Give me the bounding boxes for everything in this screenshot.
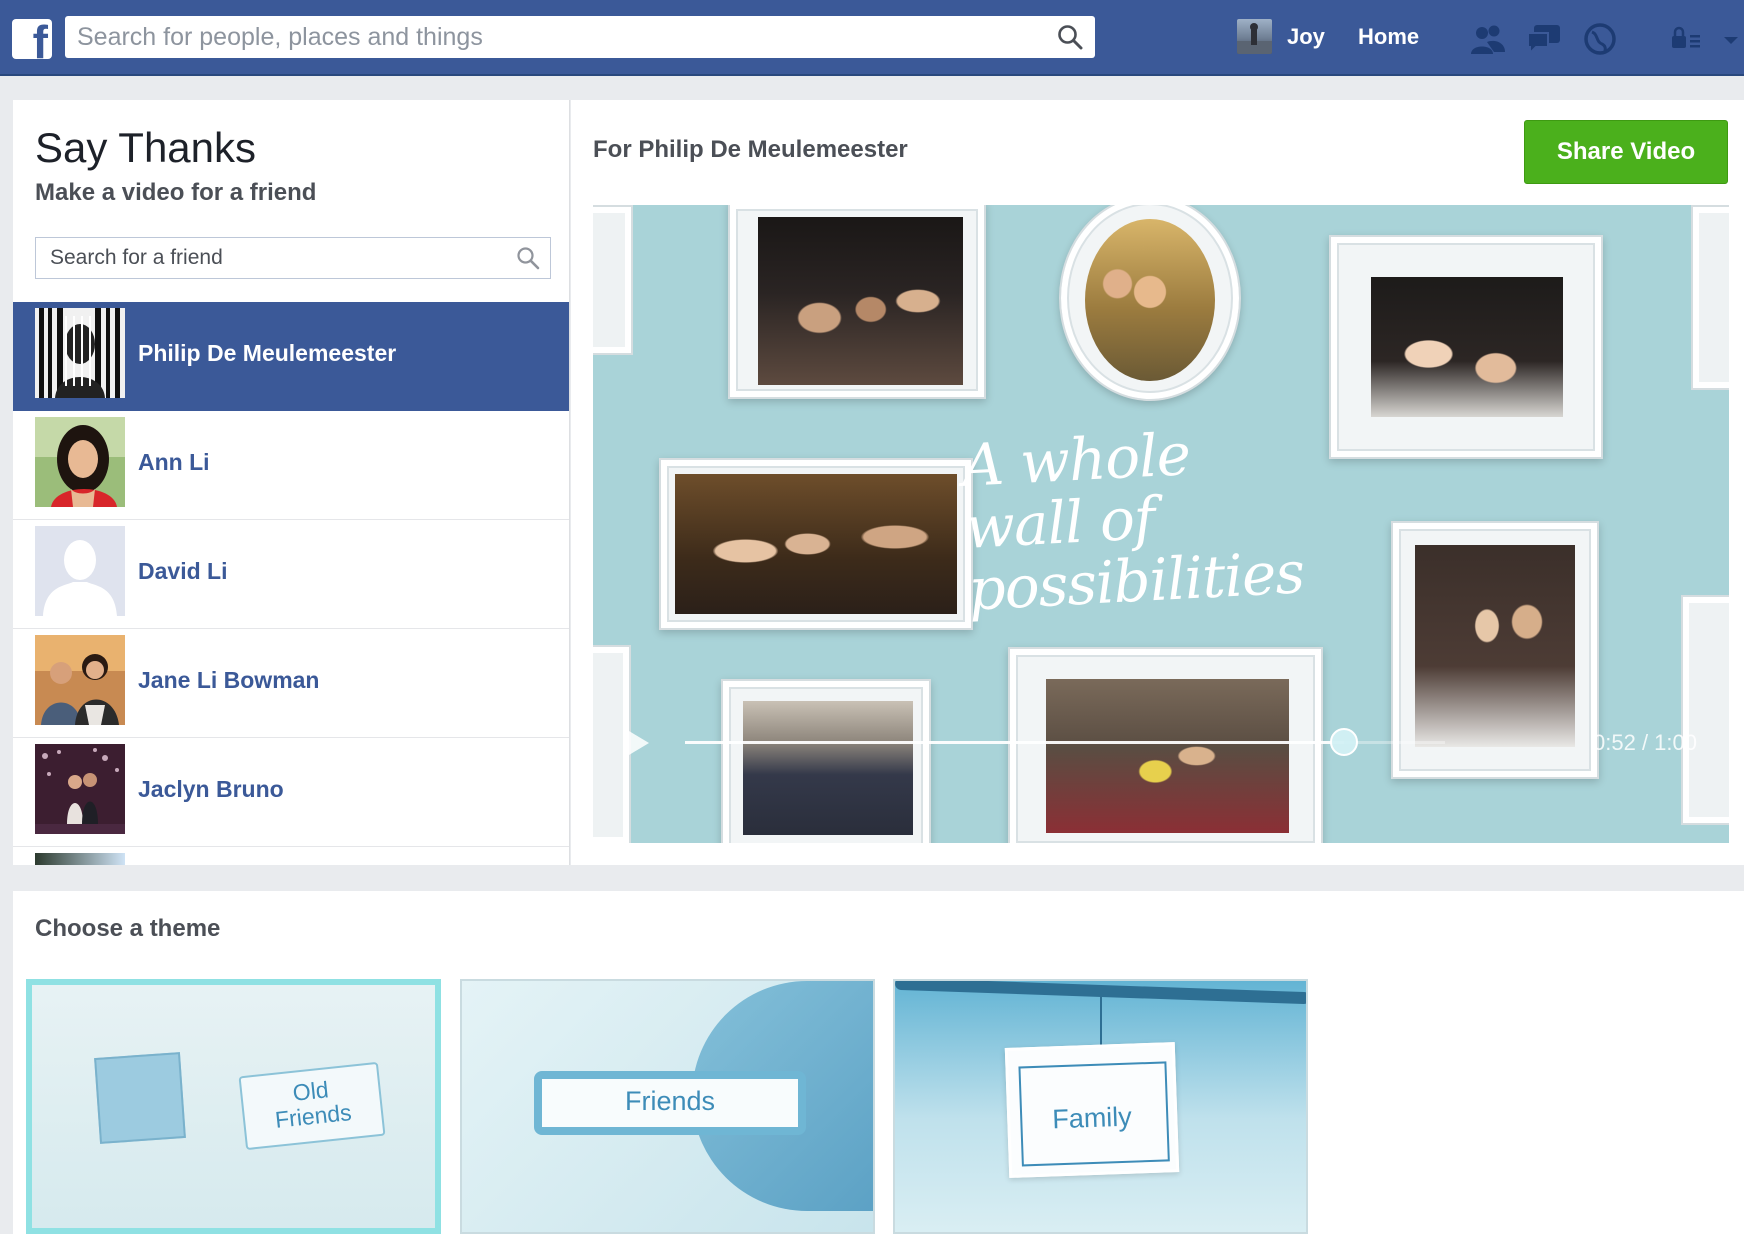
friend-avatar-photo: [35, 308, 125, 398]
friend-avatar: [35, 853, 125, 865]
friend-name: Jane Li Bowman: [138, 667, 320, 693]
theme-label: Friends: [624, 1086, 716, 1116]
facebook-logo[interactable]: f: [12, 19, 52, 59]
user-name-link[interactable]: Joy: [1287, 22, 1325, 52]
share-video-button[interactable]: Share Video: [1524, 120, 1728, 184]
friend-avatar: [35, 417, 125, 507]
search-icon[interactable]: [516, 246, 540, 270]
photo-frame: [1329, 235, 1603, 459]
friend-name: David Li: [138, 558, 228, 584]
privacy-icon[interactable]: [1668, 20, 1708, 58]
friend-item-jaclyn-bruno[interactable]: Jaclyn Bruno: [13, 738, 569, 847]
messages-icon[interactable]: [1524, 20, 1564, 58]
theme-card-family[interactable]: Family: [893, 979, 1308, 1234]
friend-avatar-photo: [35, 635, 125, 725]
video-tagline: A whole wall of possibilities: [960, 420, 1306, 624]
friend-item-jane-li-bowman[interactable]: Jane Li Bowman: [13, 629, 569, 738]
friend-avatar: [35, 308, 125, 398]
default-profile-silhouette-icon: [35, 526, 125, 616]
global-search-input[interactable]: [77, 16, 1037, 58]
global-search-bar[interactable]: [65, 16, 1095, 58]
page-subtitle: Make a video for a friend: [35, 179, 317, 206]
user-avatar-photo: [1237, 23, 1272, 54]
photo-frame-edge: [1691, 205, 1729, 390]
photo: [1371, 277, 1563, 417]
friend-search-input[interactable]: [50, 238, 500, 278]
video-preview-panel: For Philip De Meulemeester Share Video A…: [571, 100, 1744, 865]
video-player[interactable]: A whole wall of possibilities 0:52 / 1:0…: [593, 205, 1729, 843]
home-link[interactable]: Home: [1358, 22, 1419, 52]
user-avatar[interactable]: [1237, 19, 1272, 54]
theme-section-title: Choose a theme: [35, 915, 221, 942]
video-time: 0:52 / 1:00: [1593, 730, 1697, 755]
friend-avatar-photo: [35, 417, 125, 507]
friend-item-ann-li[interactable]: Ann Li: [13, 411, 569, 520]
theme-card-friends[interactable]: Friends: [460, 979, 875, 1234]
friend-requests-icon[interactable]: [1468, 20, 1508, 58]
facebook-logo-letter: f: [32, 19, 48, 59]
play-icon[interactable]: [629, 731, 649, 755]
top-navigation-bar: f Joy Home: [0, 0, 1744, 76]
friend-item-david-li[interactable]: David Li: [13, 520, 569, 629]
recipient-label: For Philip De Meulemeester: [593, 136, 908, 163]
gift-box-illustration: [94, 1052, 186, 1144]
photo: [675, 474, 957, 614]
video-progress-bar[interactable]: [685, 728, 1445, 756]
theme-label: Family: [1051, 1101, 1133, 1135]
friend-avatar: [35, 635, 125, 725]
friend-item-partial[interactable]: [13, 847, 569, 865]
video-controls: 0:52 / 1:00: [593, 715, 1729, 843]
photo: [758, 217, 963, 385]
page-title: Say Thanks: [35, 124, 257, 171]
friend-avatar: [35, 526, 125, 616]
photo-frame-edge: [593, 205, 633, 355]
search-icon[interactable]: [1057, 24, 1083, 50]
friend-name: Ann Li: [138, 449, 210, 475]
account-menu-icon[interactable]: [1716, 20, 1744, 58]
friend-avatar-photo: [35, 744, 125, 834]
photo: [1085, 219, 1215, 381]
friend-item-philip-de-meulemeester[interactable]: Philip De Meulemeester: [13, 302, 569, 411]
photo-frame: [659, 458, 973, 630]
notifications-icon[interactable]: [1580, 20, 1620, 58]
friend-picker-panel: Say Thanks Make a video for a friend Sea…: [13, 100, 570, 865]
video-progress-fill: [685, 741, 1344, 744]
friend-list: Philip De Meulemeester Ann Li David Li J…: [13, 302, 569, 865]
friend-avatar: [35, 744, 125, 834]
theme-picker-panel: Choose a theme Old Friends Friends Famil…: [13, 891, 1744, 1234]
photo-frame-oval: [1059, 205, 1241, 401]
friend-search-box[interactable]: [35, 237, 551, 279]
video-scrubber-handle[interactable]: [1329, 728, 1358, 756]
photo-frame: [728, 205, 986, 399]
friend-name: Jaclyn Bruno: [138, 776, 284, 802]
theme-card-old-friends[interactable]: Old Friends: [26, 979, 441, 1234]
friend-name: Philip De Meulemeester: [138, 340, 397, 366]
